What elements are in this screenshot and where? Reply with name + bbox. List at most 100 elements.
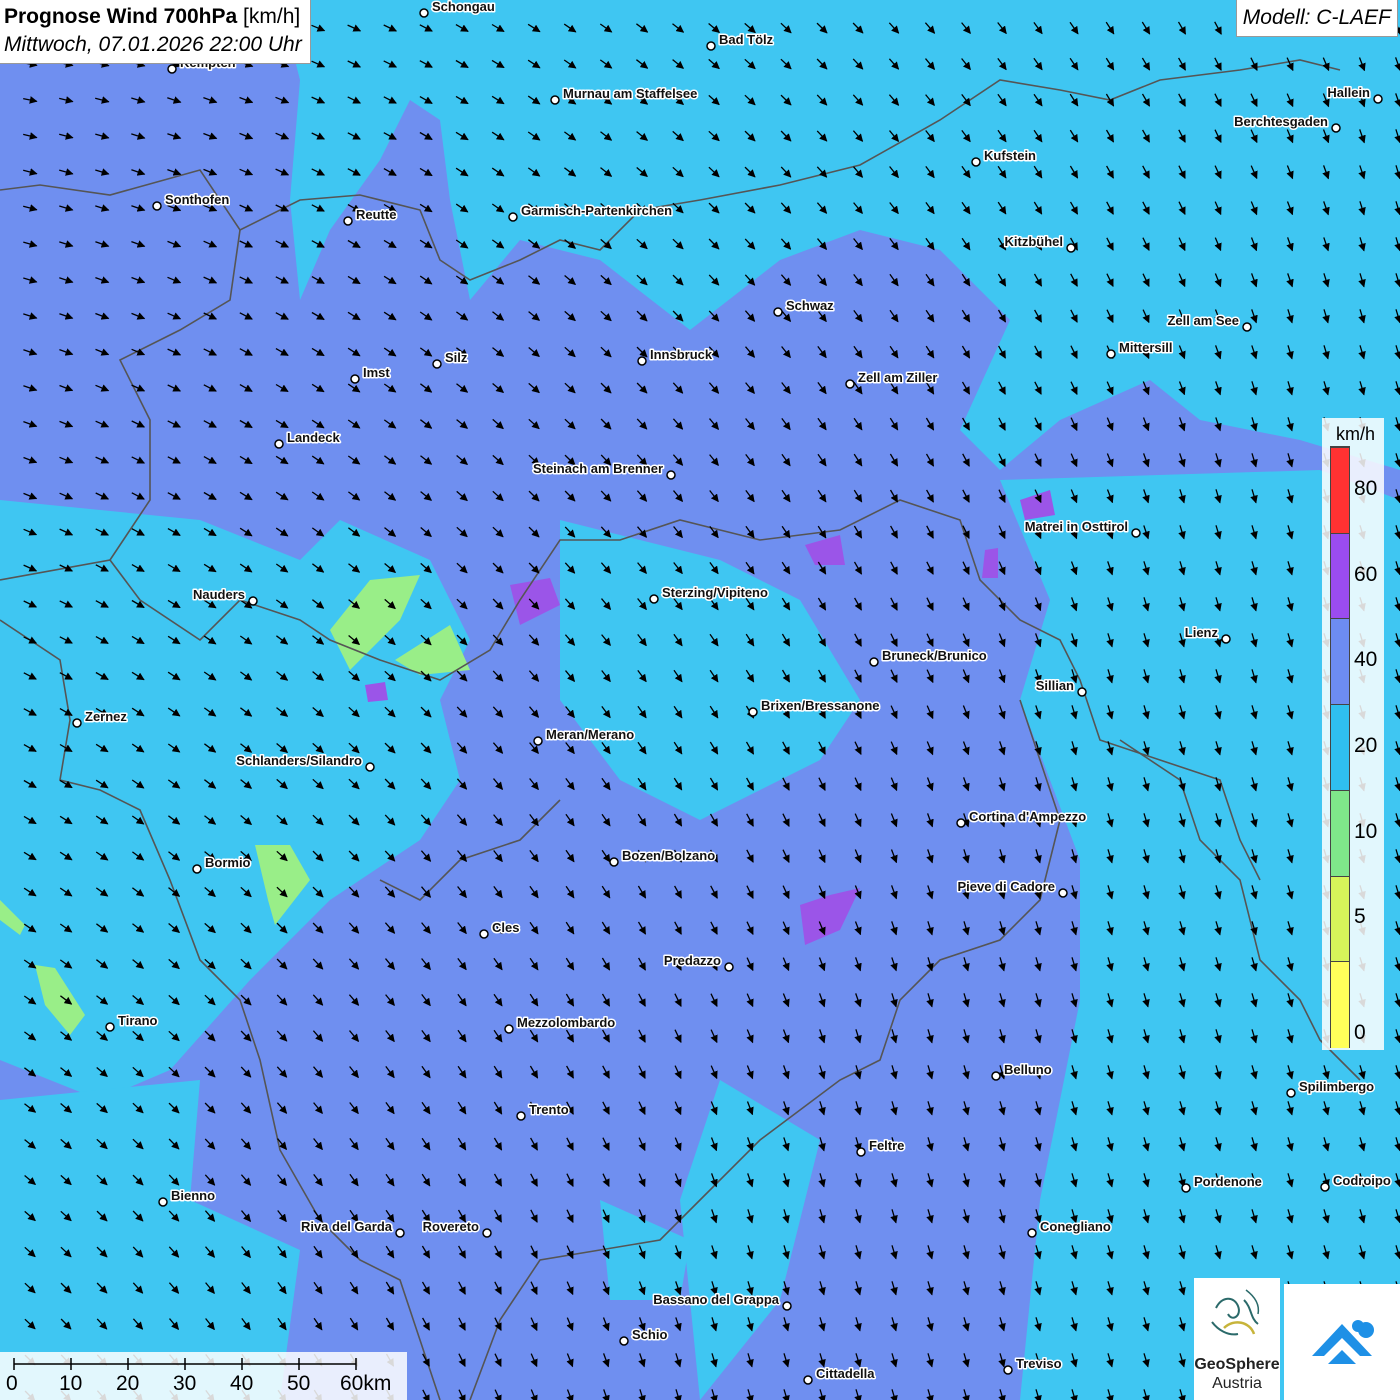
city-label: Bassano del Grappa [653,1292,779,1307]
city-dot-icon[interactable] [533,736,543,746]
city-dot-icon[interactable] [609,857,619,867]
map-canvas[interactable]: SchongauBad TölzKemptenMurnau am Staffel… [0,0,1400,1400]
city-label: Feltre [869,1138,904,1153]
cloud-arrow-icon [1312,1320,1374,1364]
geosphere-logo[interactable]: GeoSphere Austria [1194,1278,1280,1400]
city-dot-icon[interactable] [845,379,855,389]
city-dot-icon[interactable] [350,374,360,384]
city-label: Bad Tölz [719,32,774,47]
city-label: Belluno [1004,1062,1052,1077]
legend-color-segment [1331,789,1349,877]
legend-color-segment [1331,447,1349,534]
legend-tick-label: 10 [1354,819,1378,843]
city-dot-icon[interactable] [1320,1182,1330,1192]
city-dot-icon[interactable] [782,1301,792,1311]
city-dot-icon[interactable] [803,1375,813,1385]
city-label: Zell am See [1167,313,1239,328]
city-label: Meran/Merano [546,727,634,742]
city-dot-icon[interactable] [1373,94,1383,104]
city-label: Murnau am Staffelsee [563,86,697,101]
city-dot-icon[interactable] [550,95,560,105]
city-dot-icon[interactable] [856,1147,866,1157]
city-dot-icon[interactable] [869,657,879,667]
city-label: Pieve di Cadore [957,879,1055,894]
city-label: Tirano [118,1013,158,1028]
city-dot-icon[interactable] [1286,1088,1296,1098]
city-dot-icon[interactable] [971,157,981,167]
city-label: Nauders [193,587,245,602]
city-label: Berchtesgaden [1234,114,1328,129]
legend-color-bar [1330,446,1350,1048]
city-dot-icon[interactable] [748,707,758,717]
city-dot-icon[interactable] [1027,1228,1037,1238]
legend-color-segment [1331,704,1349,791]
city-dot-icon[interactable] [516,1111,526,1121]
weather-app-logo[interactable] [1284,1284,1400,1400]
city-dot-icon[interactable] [1131,528,1141,538]
city-dot-icon[interactable] [482,1228,492,1238]
city-dot-icon[interactable] [365,762,375,772]
city-dot-icon[interactable] [1066,243,1076,253]
city-label: Brixen/Bressanone [761,698,880,713]
city-dot-icon[interactable] [1058,888,1068,898]
city-dot-icon[interactable] [508,212,518,222]
city-dot-icon[interactable] [1221,634,1231,644]
legend-color-segment [1331,618,1349,706]
legend-color-segment [1331,875,1349,963]
city-dot-icon[interactable] [1181,1183,1191,1193]
city-dot-icon[interactable] [432,359,442,369]
city-label: Codroipo [1333,1173,1391,1188]
city-dot-icon[interactable] [637,356,647,366]
city-label: Cles [492,920,519,935]
city-label: Bruneck/Brunico [882,648,987,663]
city-dot-icon[interactable] [167,64,177,74]
city-dot-icon[interactable] [1106,349,1116,359]
city-dot-icon[interactable] [724,962,734,972]
legend-tick-label: 60 [1354,562,1378,586]
city-dot-icon[interactable] [105,1022,115,1032]
title-box: Prognose Wind 700hPa [km/h] Mittwoch, 07… [0,0,311,64]
city-dot-icon[interactable] [419,8,429,18]
legend-tick-label: 20 [1354,734,1378,757]
city-label: Hallein [1327,85,1370,100]
city-label: Bozen/Bolzano [622,848,715,863]
city-label: Riva del Garda [301,1219,393,1234]
city-dot-icon[interactable] [152,201,162,211]
city-dot-icon[interactable] [72,718,82,728]
legend-color-segment [1331,961,1349,1048]
city-label: Trento [529,1102,569,1117]
city-dot-icon[interactable] [192,864,202,874]
city-label: Sillian [1036,678,1074,693]
city-dot-icon[interactable] [1331,123,1341,133]
legend-tick-label: 0 [1354,1021,1366,1045]
city-label: Bormio [205,855,251,870]
city-dot-icon[interactable] [956,818,966,828]
city-label: Bienno [171,1188,215,1203]
city-dot-icon[interactable] [274,439,284,449]
city-dot-icon[interactable] [343,216,353,226]
city-label: Matrei in Osttirol [1025,519,1128,534]
city-label: Schlanders/Silandro [236,753,362,768]
city-dot-icon[interactable] [1003,1365,1013,1375]
title-main: Prognose Wind 700hPa [4,5,238,28]
city-dot-icon[interactable] [1242,322,1252,332]
city-dot-icon[interactable] [1077,687,1087,697]
city-dot-icon[interactable] [158,1197,168,1207]
city-dot-icon[interactable] [248,596,258,606]
city-dot-icon[interactable] [504,1024,514,1034]
city-dot-icon[interactable] [666,470,676,480]
city-dot-icon[interactable] [479,929,489,939]
city-dot-icon[interactable] [395,1228,405,1238]
city-dot-icon[interactable] [991,1071,1001,1081]
scale-tick-label: 10 [59,1372,83,1395]
city-dot-icon[interactable] [706,41,716,51]
city-label: Reutte [356,207,396,222]
city-dot-icon[interactable] [773,307,783,317]
color-legend: km/h 80 60 40 20 10 5 0 [1322,418,1384,1050]
city-dot-icon[interactable] [649,594,659,604]
geosphere-country: Austria [1212,1375,1262,1392]
city-label: Pordenone [1194,1174,1262,1189]
scale-bar: 0 10 20 30 40 50 60km [0,1352,407,1400]
city-dot-icon[interactable] [619,1336,629,1346]
legend-tick-label: 80 [1354,476,1378,500]
